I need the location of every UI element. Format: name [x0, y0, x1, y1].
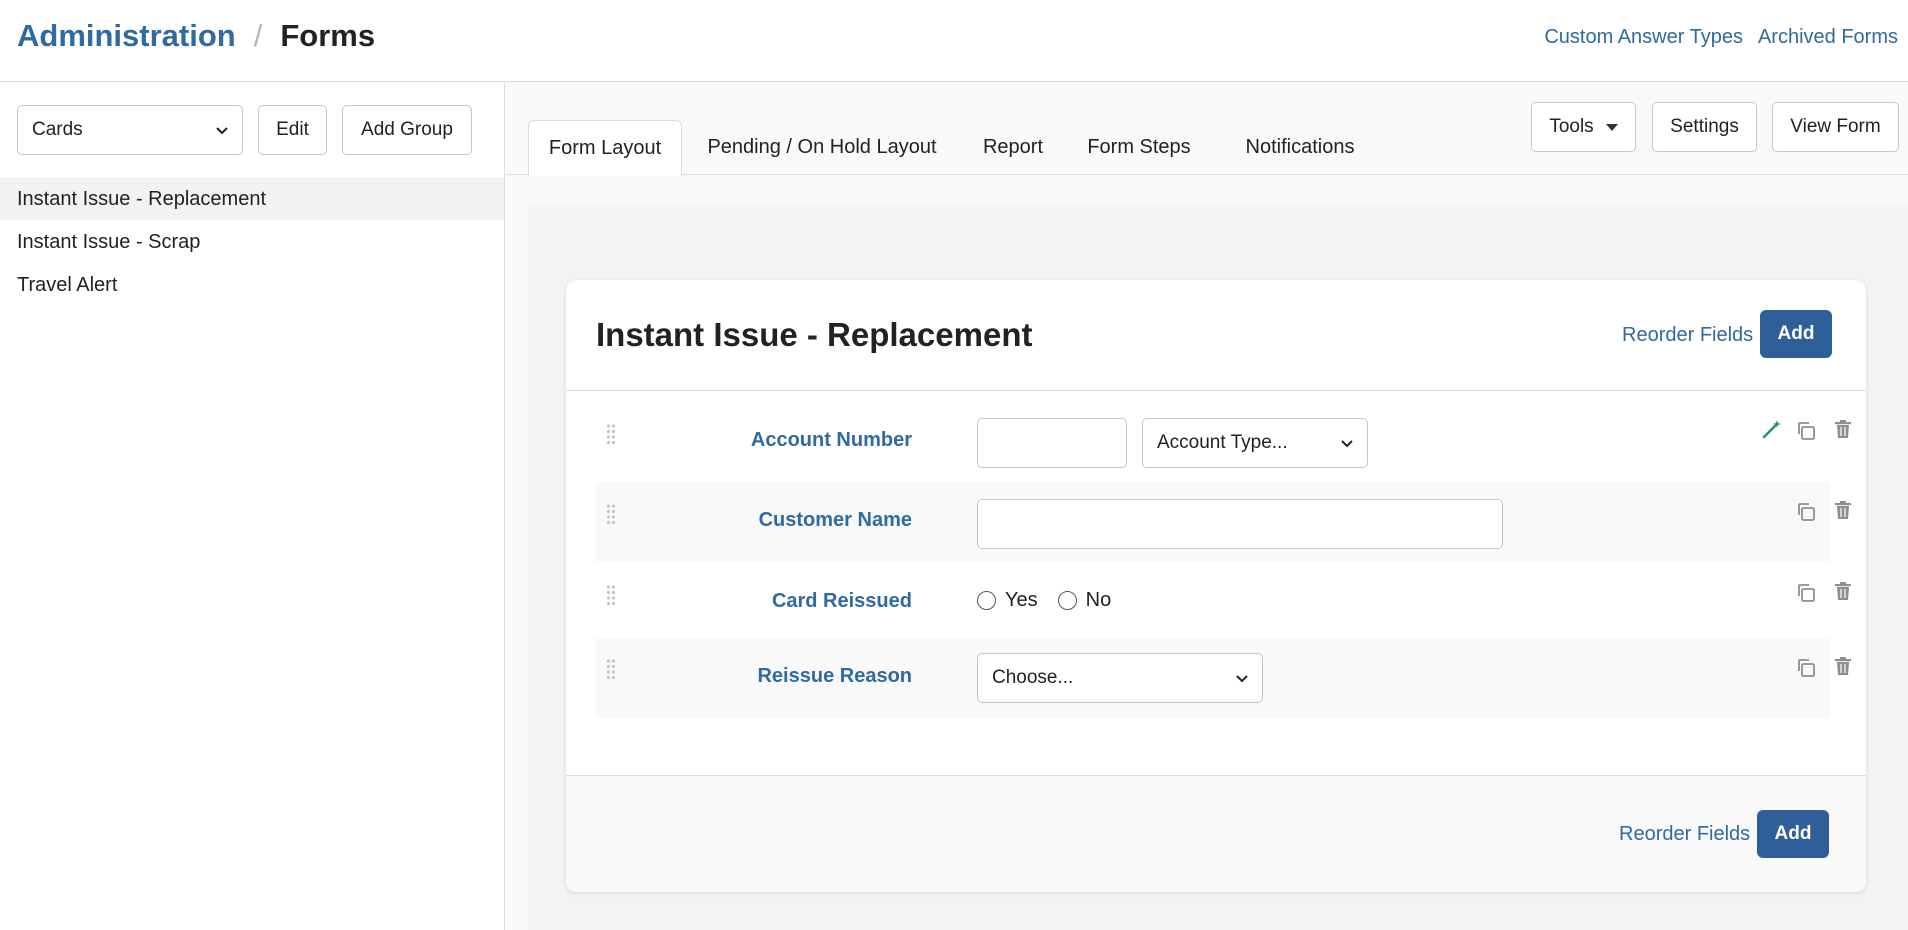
sidebar-item-instant-issue-replacement[interactable]: Instant Issue - Replacement — [0, 178, 504, 220]
trash-icon[interactable] — [1832, 580, 1854, 602]
settings-button[interactable]: Settings — [1652, 102, 1757, 152]
sidebar: Cards Edit Add Group Instant Issue - Rep… — [0, 82, 505, 930]
account-type-select[interactable]: Account Type... — [1142, 418, 1368, 468]
edit-group-button[interactable]: Edit — [258, 105, 327, 155]
form-card: Instant Issue - Replacement Reorder Fiel… — [566, 280, 1866, 892]
sidebar-item-travel-alert[interactable]: Travel Alert — [0, 264, 504, 306]
tools-dropdown-button[interactable]: Tools — [1531, 102, 1636, 152]
field-row-reissue-reason: Reissue Reason Choose... — [596, 638, 1851, 718]
group-select-value: Cards — [32, 119, 83, 140]
breadcrumb-separator: / — [253, 18, 263, 53]
card-footer: Reorder Fields Add — [566, 776, 1866, 892]
tab-pending-on-hold-layout[interactable]: Pending / On Hold Layout — [696, 120, 948, 175]
field-row-customer-name: Customer Name — [596, 482, 1851, 562]
breadcrumb: Administration / Forms — [17, 18, 375, 54]
field-row-card-reissued: Card Reissued Yes No — [596, 562, 1851, 638]
tab-form-layout[interactable]: Form Layout — [528, 120, 682, 176]
radio-no[interactable] — [1057, 591, 1077, 610]
view-form-button[interactable]: View Form — [1772, 102, 1899, 152]
page-title: Forms — [280, 18, 376, 53]
add-group-button[interactable]: Add Group — [342, 105, 472, 155]
drag-handle-icon[interactable] — [606, 503, 616, 525]
field-label-reissue-reason: Reissue Reason — [757, 665, 912, 687]
reorder-fields-link-top[interactable]: Reorder Fields — [1622, 324, 1753, 347]
archived-forms-link[interactable]: Archived Forms — [1758, 26, 1898, 49]
main-content: Form Layout Pending / On Hold Layout Rep… — [506, 82, 1908, 930]
copy-icon[interactable] — [1795, 501, 1817, 523]
radio-yes-label: Yes — [1005, 589, 1038, 611]
field-label-card-reissued: Card Reissued — [771, 590, 912, 612]
copy-icon[interactable] — [1795, 582, 1817, 604]
add-field-button-top[interactable]: Add — [1760, 310, 1832, 358]
top-header: Administration / Forms Custom Answer Typ… — [0, 0, 1908, 82]
account-type-select-value: Account Type... — [1157, 432, 1288, 453]
copy-icon[interactable] — [1795, 657, 1817, 679]
card-header-divider — [566, 390, 1866, 391]
caret-down-icon — [1605, 123, 1618, 131]
chevron-down-icon — [1236, 675, 1248, 683]
drag-handle-icon[interactable] — [606, 423, 616, 445]
field-label-account-number: Account Number — [750, 429, 912, 451]
sidebar-item-instant-issue-scrap[interactable]: Instant Issue - Scrap — [0, 221, 504, 263]
field-label-customer-name: Customer Name — [758, 509, 912, 531]
reorder-fields-link-bottom[interactable]: Reorder Fields — [1619, 823, 1750, 846]
account-number-input[interactable] — [977, 418, 1127, 468]
custom-answer-types-link[interactable]: Custom Answer Types — [1544, 26, 1743, 49]
tools-label: Tools — [1549, 116, 1594, 137]
trash-icon[interactable] — [1832, 418, 1854, 440]
copy-icon[interactable] — [1795, 420, 1817, 442]
drag-handle-icon[interactable] — [606, 658, 616, 680]
tab-notifications[interactable]: Notifications — [1220, 120, 1380, 175]
tab-report[interactable]: Report — [968, 120, 1058, 175]
tab-form-steps[interactable]: Form Steps — [1078, 120, 1200, 175]
drag-handle-icon[interactable] — [606, 584, 616, 606]
customer-name-input[interactable] — [977, 499, 1503, 549]
header-links: Custom Answer Types Archived Forms — [1544, 26, 1898, 49]
chevron-down-icon — [216, 127, 228, 135]
add-field-button-bottom[interactable]: Add — [1757, 810, 1829, 858]
radio-yes[interactable] — [977, 591, 996, 610]
form-canvas: Instant Issue - Replacement Reorder Fiel… — [528, 205, 1908, 930]
magic-wand-icon[interactable] — [1760, 418, 1782, 440]
radio-no-label: No — [1085, 589, 1112, 611]
trash-icon[interactable] — [1832, 655, 1854, 677]
group-select[interactable]: Cards — [17, 105, 243, 155]
form-title: Instant Issue - Replacement — [596, 316, 1033, 353]
card-reissued-radio-group: Yes No — [977, 589, 1131, 612]
breadcrumb-administration-link[interactable]: Administration — [17, 18, 236, 54]
trash-icon[interactable] — [1832, 499, 1854, 521]
field-row-account-number: Account Number Account Type... — [596, 406, 1851, 482]
chevron-down-icon — [1341, 440, 1353, 448]
reissue-reason-select[interactable]: Choose... — [977, 653, 1263, 703]
reissue-reason-select-value: Choose... — [992, 667, 1074, 688]
